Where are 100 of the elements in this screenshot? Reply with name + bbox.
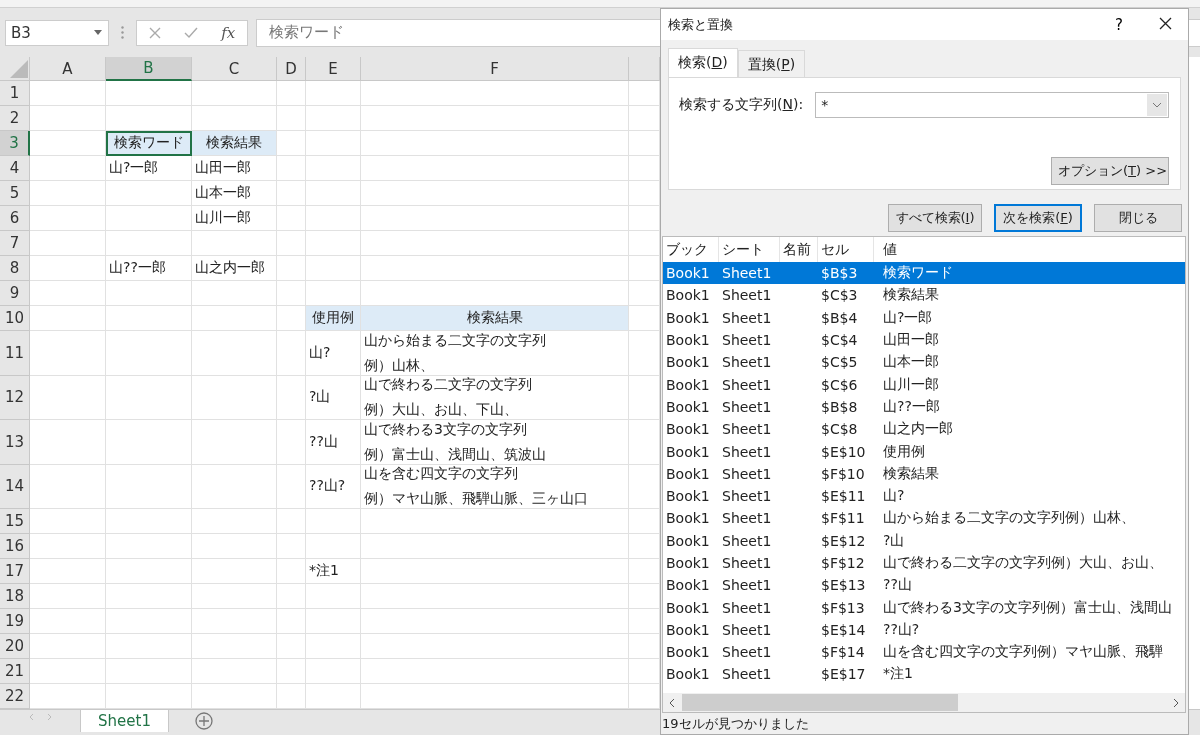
row-header[interactable]: 13	[0, 420, 30, 465]
row-header[interactable]: 21	[0, 659, 30, 684]
row-header[interactable]: 20	[0, 634, 30, 659]
row-header[interactable]: 22	[0, 684, 30, 709]
table-cell	[277, 281, 306, 306]
table-cell: 山??一郎	[106, 256, 192, 281]
dialog-tab[interactable]: 検索(D)	[668, 48, 738, 77]
table-cell	[277, 634, 306, 659]
cell-text: 例）富士山、浅間山、筑波山	[364, 444, 546, 464]
result-row[interactable]: Book1 Sheet1 $F$11 山から始まる二文字の文字列例）山林、	[663, 507, 1185, 530]
column-header[interactable]: D	[277, 57, 306, 81]
add-sheet-icon[interactable]	[195, 712, 213, 730]
row-header[interactable]: 2	[0, 106, 30, 131]
dropdown-icon	[94, 30, 102, 35]
scroll-right-icon[interactable]	[1172, 697, 1180, 708]
column-header[interactable]: B	[106, 57, 192, 81]
dialog-title: 検索と置換	[668, 15, 734, 34]
result-row[interactable]: Book1 Sheet1 $F$10 検索結果	[663, 462, 1185, 485]
result-row[interactable]: Book1 Sheet1 $C$3 検索結果	[663, 284, 1185, 307]
table-cell	[277, 106, 306, 131]
dialog-button[interactable]: 次を検索(F)	[994, 204, 1082, 232]
table-cell	[277, 420, 306, 465]
dialog-tab[interactable]: 置換(P)	[737, 50, 806, 77]
table-cell	[306, 81, 361, 106]
table-cell	[306, 181, 361, 206]
table-cell	[306, 584, 361, 609]
result-row[interactable]: Book1 Sheet1 $B$3 検索ワード	[663, 262, 1185, 285]
sheet-tab[interactable]: Sheet1	[80, 710, 169, 732]
column-header[interactable]: E	[306, 57, 361, 81]
result-row[interactable]: Book1 Sheet1 $E$17 *注1	[663, 663, 1185, 686]
row-header[interactable]: 9	[0, 281, 30, 306]
table-cell: 検索結果	[361, 306, 629, 331]
name-box[interactable]: B3	[5, 19, 109, 46]
table-cell	[277, 559, 306, 584]
table-cell	[306, 659, 361, 684]
table-cell: 使用例	[306, 306, 361, 331]
row-header[interactable]: 12	[0, 375, 30, 420]
cell-text: 例）山林、	[364, 355, 435, 375]
column-header[interactable]: C	[192, 57, 277, 81]
result-row[interactable]: Book1 Sheet1 $B$8 山??一郎	[663, 395, 1185, 419]
column-header[interactable]: F	[361, 57, 629, 81]
result-row[interactable]: Book1 Sheet1 $F$13 山で終わる3文字の文字列例）富士山、浅間山	[663, 596, 1185, 619]
result-row[interactable]: Book1 Sheet1 $C$8 山之内一郎	[663, 418, 1185, 441]
row-header[interactable]: 15	[0, 509, 30, 534]
result-row[interactable]: Book1 Sheet1 $E$11 山?	[663, 484, 1185, 508]
row-header[interactable]: 4	[0, 156, 30, 181]
column-header[interactable]	[629, 57, 660, 81]
table-cell	[277, 131, 306, 156]
table-cell	[277, 156, 306, 181]
dialog-button[interactable]: 閉じる	[1094, 204, 1182, 232]
row-header[interactable]: 10	[0, 306, 30, 331]
scrollbar-thumb[interactable]	[682, 694, 958, 711]
table-cell	[277, 206, 306, 231]
find-field[interactable]: *	[815, 92, 1169, 118]
row-header[interactable]: 19	[0, 609, 30, 634]
find-label: 検索する文字列(N):	[679, 96, 804, 114]
select-all-button[interactable]	[0, 57, 30, 81]
table-cell	[306, 609, 361, 634]
check-icon[interactable]	[184, 26, 198, 39]
insert-function-button[interactable]: fx	[221, 23, 236, 42]
result-row[interactable]: Book1 Sheet1 $E$14 ??山?	[663, 618, 1185, 642]
result-row[interactable]: Book1 Sheet1 $C$4 山田一郎	[663, 328, 1185, 352]
column-header[interactable]: 値	[874, 237, 1185, 262]
table-cell	[306, 156, 361, 181]
row-header[interactable]: 1	[0, 81, 30, 106]
help-button[interactable]: ?	[1096, 9, 1142, 40]
row-header[interactable]: 7	[0, 231, 30, 256]
row-header[interactable]: 8	[0, 256, 30, 281]
table-cell	[306, 509, 361, 534]
row-header[interactable]: 5	[0, 181, 30, 206]
table-cell	[277, 509, 306, 534]
table-cell: 山?一郎	[106, 156, 192, 181]
row-header[interactable]: 6	[0, 206, 30, 231]
result-row[interactable]: Book1 Sheet1 $E$12 ?山	[663, 529, 1185, 552]
dialog-button[interactable]: すべて検索(I)	[888, 204, 982, 232]
horizontal-scrollbar[interactable]	[663, 693, 1185, 712]
row-header[interactable]: 18	[0, 584, 30, 609]
cell-text: 山で終わる二文字の文字列	[364, 375, 532, 395]
grip-icon	[121, 26, 124, 39]
cancel-icon[interactable]	[148, 26, 161, 39]
table-cell: 山田一郎	[192, 156, 277, 181]
row-header[interactable]: 14	[0, 464, 30, 509]
row-header[interactable]: 3	[0, 131, 30, 156]
column-header[interactable]: A	[30, 57, 106, 81]
table-cell	[277, 231, 306, 256]
row-header[interactable]: 17	[0, 559, 30, 584]
result-row[interactable]: Book1 Sheet1 $E$13 ??山	[663, 574, 1185, 597]
table-cell	[306, 206, 361, 231]
result-row[interactable]: Book1 Sheet1 $C$5 山本一郎	[663, 351, 1185, 374]
result-row[interactable]: Book1 Sheet1 $F$12 山で終わる二文字の文字列例）大山、お山、	[663, 551, 1185, 575]
table-cell	[277, 464, 306, 509]
result-row[interactable]: Book1 Sheet1 $F$14 山を含む四文字の文字列例）マヤ山脈、飛騨	[663, 641, 1185, 664]
row-header[interactable]: 11	[0, 331, 30, 376]
result-row[interactable]: Book1 Sheet1 $E$10 使用例	[663, 440, 1185, 463]
row-header[interactable]: 16	[0, 534, 30, 559]
result-row[interactable]: Book1 Sheet1 $C$6 山川一郎	[663, 373, 1185, 396]
result-row[interactable]: Book1 Sheet1 $B$4 山?一郎	[663, 306, 1185, 329]
options-button[interactable]: オプション(T) >>	[1051, 157, 1169, 185]
scroll-left-icon[interactable]	[668, 697, 676, 708]
table-cell	[277, 534, 306, 559]
